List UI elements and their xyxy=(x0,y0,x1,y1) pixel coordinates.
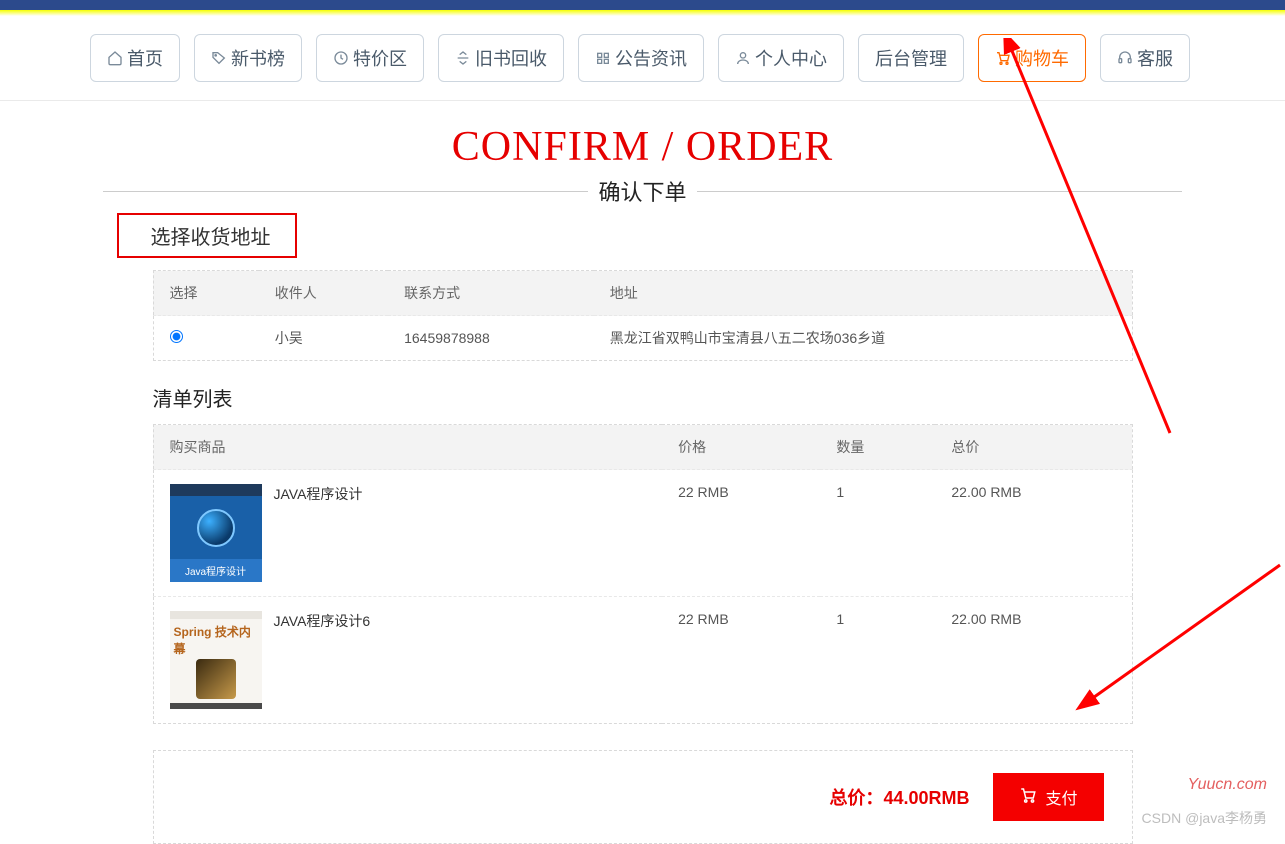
nav-recycle[interactable]: 旧书回收 xyxy=(438,34,564,82)
item-qty: 1 xyxy=(820,470,935,597)
nav-label: 个人中心 xyxy=(755,45,827,71)
nav-label: 特价区 xyxy=(353,45,407,71)
col-select: 选择 xyxy=(153,271,259,316)
item-name: JAVA程序设计6 xyxy=(274,611,371,631)
headset-icon xyxy=(1117,50,1133,66)
address-detail: 黑龙江省双鸭山市宝清县八五二农场036乡道 xyxy=(594,316,1132,361)
nav-label: 后台管理 xyxy=(875,45,947,71)
item-row: Spring 技术内幕 JAVA程序设计6 22 RMB 1 22.00 RMB xyxy=(153,597,1132,724)
home-icon xyxy=(107,50,123,66)
nav-new-books[interactable]: 新书榜 xyxy=(194,34,302,82)
nav-admin[interactable]: 后台管理 xyxy=(858,34,964,82)
nav-special-zone[interactable]: 特价区 xyxy=(316,34,424,82)
nav-news[interactable]: 公告资讯 xyxy=(578,34,704,82)
item-price: 22 RMB xyxy=(662,597,820,724)
tag-icon xyxy=(211,50,227,66)
subtitle-row: 确认下单 xyxy=(0,175,1285,207)
nav-cart[interactable]: 购物车 xyxy=(978,34,1086,82)
item-row: Java程序设计 JAVA程序设计 22 RMB 1 22.00 RMB xyxy=(153,470,1132,597)
pay-button[interactable]: 支付 xyxy=(993,773,1103,821)
main-nav: 首页 新书榜 特价区 旧书回收 公告资讯 个人中心 后台管理 xyxy=(0,16,1285,101)
address-recipient: 小吴 xyxy=(259,316,388,361)
cover-title: Spring 技术内幕 xyxy=(174,623,258,657)
nav-label: 购物车 xyxy=(1015,45,1069,71)
total-label: 总价： xyxy=(829,788,883,808)
col-price: 价格 xyxy=(662,425,820,470)
book-cover: Spring 技术内幕 xyxy=(170,611,262,709)
nav-label: 首页 xyxy=(127,45,163,71)
items-section-heading: 清单列表 xyxy=(153,383,1133,412)
col-recipient: 收件人 xyxy=(259,271,388,316)
col-address: 地址 xyxy=(594,271,1132,316)
recycle-icon xyxy=(455,50,471,66)
col-product: 购买商品 xyxy=(153,425,662,470)
divider xyxy=(103,191,588,192)
csdn-credit: CSDN @java李杨勇 xyxy=(1142,808,1267,828)
items-table: 购买商品 价格 数量 总价 Java程序设计 JAVA程序设计 xyxy=(153,424,1133,724)
item-total: 22.00 RMB xyxy=(935,470,1132,597)
person-icon xyxy=(735,50,751,66)
page-title: CONFIRM / ORDER xyxy=(0,123,1285,171)
cart-icon xyxy=(1019,786,1037,809)
nav-personal-center[interactable]: 个人中心 xyxy=(718,34,844,82)
address-radio[interactable] xyxy=(170,330,183,343)
clock-icon xyxy=(333,50,349,66)
footer-bar: 总价：44.00RMB 支付 xyxy=(153,750,1133,844)
cover-label: Java程序设计 xyxy=(170,559,262,582)
book-cover: Java程序设计 xyxy=(170,484,262,582)
col-total: 总价 xyxy=(935,425,1132,470)
top-bar xyxy=(0,0,1285,10)
col-qty: 数量 xyxy=(820,425,935,470)
col-contact: 联系方式 xyxy=(388,271,594,316)
address-section-heading: 选择收货地址 xyxy=(117,213,297,258)
address-contact: 16459878988 xyxy=(388,316,594,361)
item-price: 22 RMB xyxy=(662,470,820,597)
item-name: JAVA程序设计 xyxy=(274,484,363,504)
cart-icon xyxy=(995,50,1011,66)
item-qty: 1 xyxy=(820,597,935,724)
nav-label: 公告资讯 xyxy=(615,45,687,71)
news-icon xyxy=(595,50,611,66)
pay-label: 支付 xyxy=(1045,785,1077,809)
nav-home[interactable]: 首页 xyxy=(90,34,180,82)
nav-label: 旧书回收 xyxy=(475,45,547,71)
nav-label: 新书榜 xyxy=(231,45,285,71)
page-subtitle: 确认下单 xyxy=(598,175,686,207)
total-value: 44.00RMB xyxy=(883,788,969,808)
address-row: 小吴 16459878988 黑龙江省双鸭山市宝清县八五二农场036乡道 xyxy=(153,316,1132,361)
total-price: 总价：44.00RMB xyxy=(829,784,969,810)
address-table: 选择 收件人 联系方式 地址 小吴 16459878988 黑龙江省双鸭山市宝清… xyxy=(153,270,1133,361)
watermark: Yuucn.com xyxy=(1188,776,1267,794)
divider xyxy=(697,191,1182,192)
nav-label: 客服 xyxy=(1137,45,1173,71)
item-total: 22.00 RMB xyxy=(935,597,1132,724)
nav-support[interactable]: 客服 xyxy=(1100,34,1190,82)
